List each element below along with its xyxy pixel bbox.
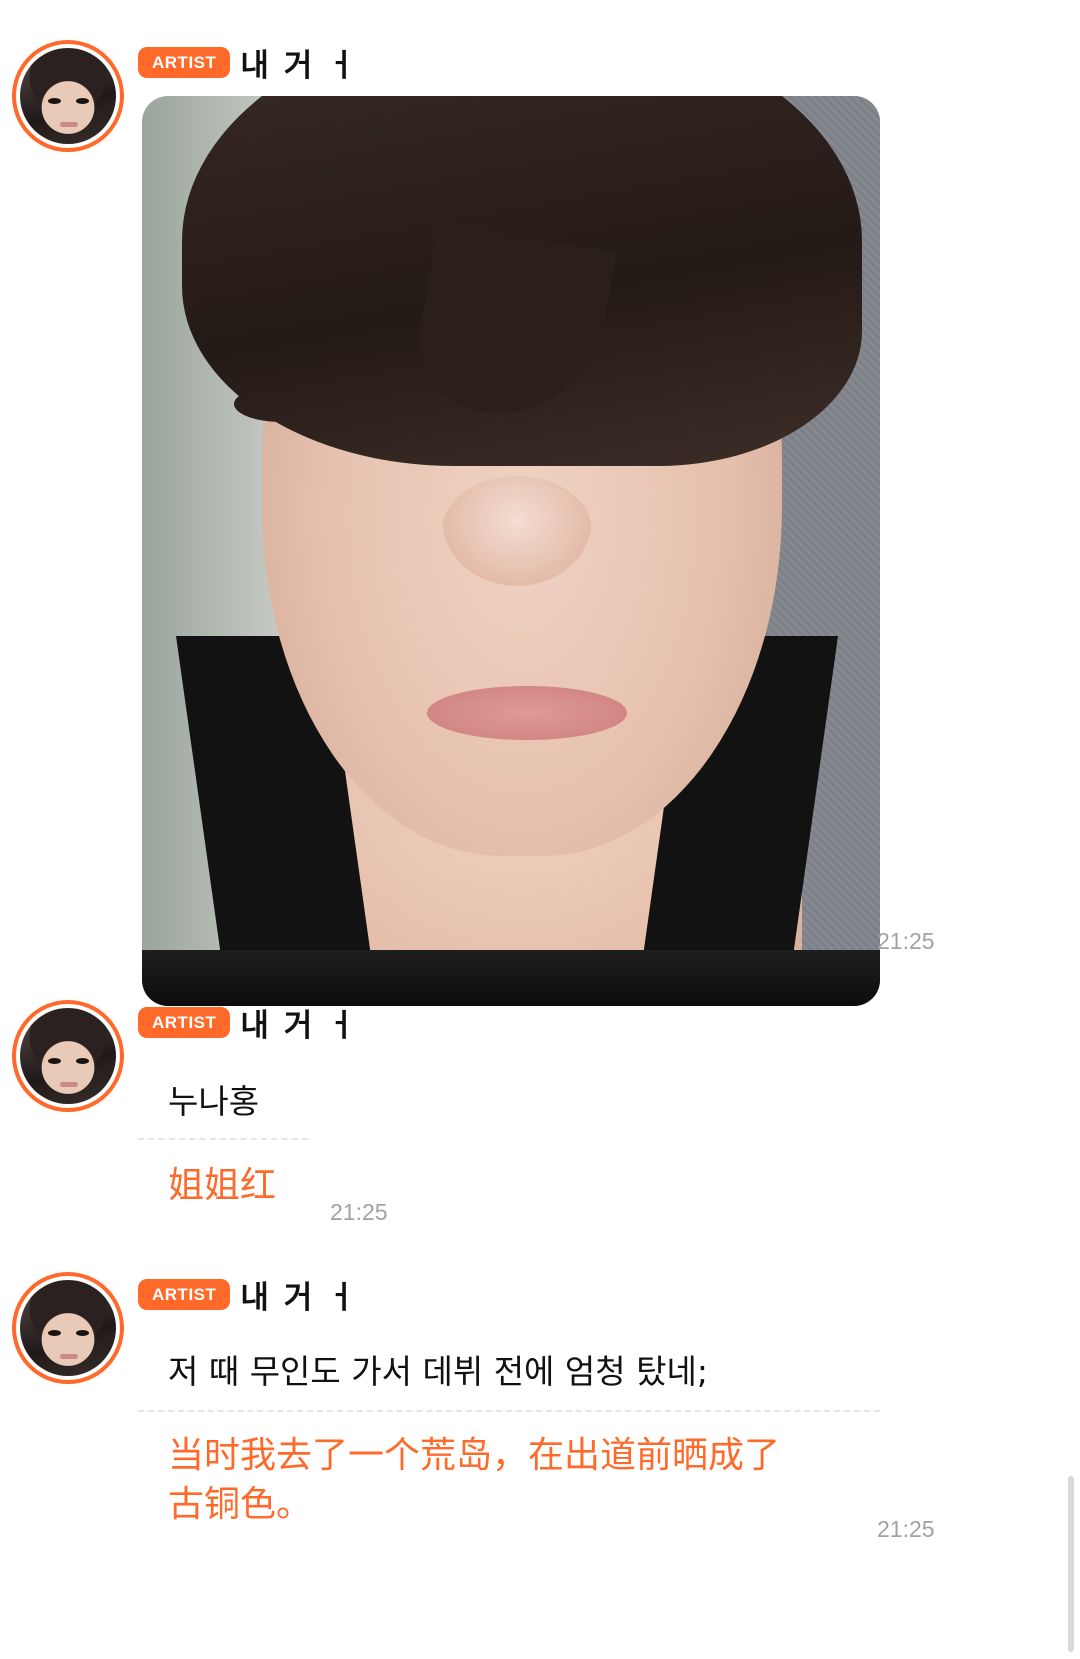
sender-name[interactable]: 내 거 ㅓ — [240, 40, 357, 85]
sender-name[interactable]: 내 거 ㅓ — [240, 1272, 357, 1317]
message-translation-text[interactable]: 姐姐红 — [168, 1162, 276, 1211]
message-timestamp: 21:25 — [877, 928, 935, 954]
avatar[interactable] — [12, 1272, 124, 1384]
translation-line: 当时我去了一个荒岛，在出道前晒成了 — [168, 1435, 781, 1476]
avatar[interactable] — [12, 40, 124, 152]
scrollbar[interactable] — [1068, 1476, 1074, 1652]
avatar-image — [20, 1008, 116, 1104]
message-original-text[interactable]: 저 때 무인도 가서 데뷔 전에 엄청 탔네; — [168, 1345, 708, 1393]
sender-name[interactable]: 내 거 ㅓ — [240, 1000, 357, 1045]
message-original-text[interactable]: 누나홍 — [168, 1075, 259, 1123]
message-header: ARTIST 내 거 ㅓ — [138, 1000, 358, 1045]
message-timestamp: 21:25 — [330, 1199, 388, 1225]
message-header: ARTIST 내 거 ㅓ — [138, 1272, 358, 1317]
translation-line: 古铜色。 — [168, 1483, 313, 1525]
avatar-image — [20, 1280, 116, 1376]
translation-divider — [138, 1410, 880, 1412]
avatar-image — [20, 48, 116, 144]
artist-badge: ARTIST — [138, 1278, 231, 1310]
message-timestamp: 21:25 — [877, 1516, 935, 1542]
photo-message[interactable] — [142, 96, 880, 1006]
message-translation-text[interactable]: 当时我去了一个荒岛，在出道前晒成了 古铜色。 — [168, 1432, 780, 1529]
avatar[interactable] — [12, 1000, 124, 1112]
artist-badge: ARTIST — [138, 46, 231, 78]
artist-badge: ARTIST — [138, 1006, 231, 1038]
message-header: ARTIST 내 거 ㅓ — [138, 40, 358, 85]
translation-divider — [138, 1138, 308, 1140]
